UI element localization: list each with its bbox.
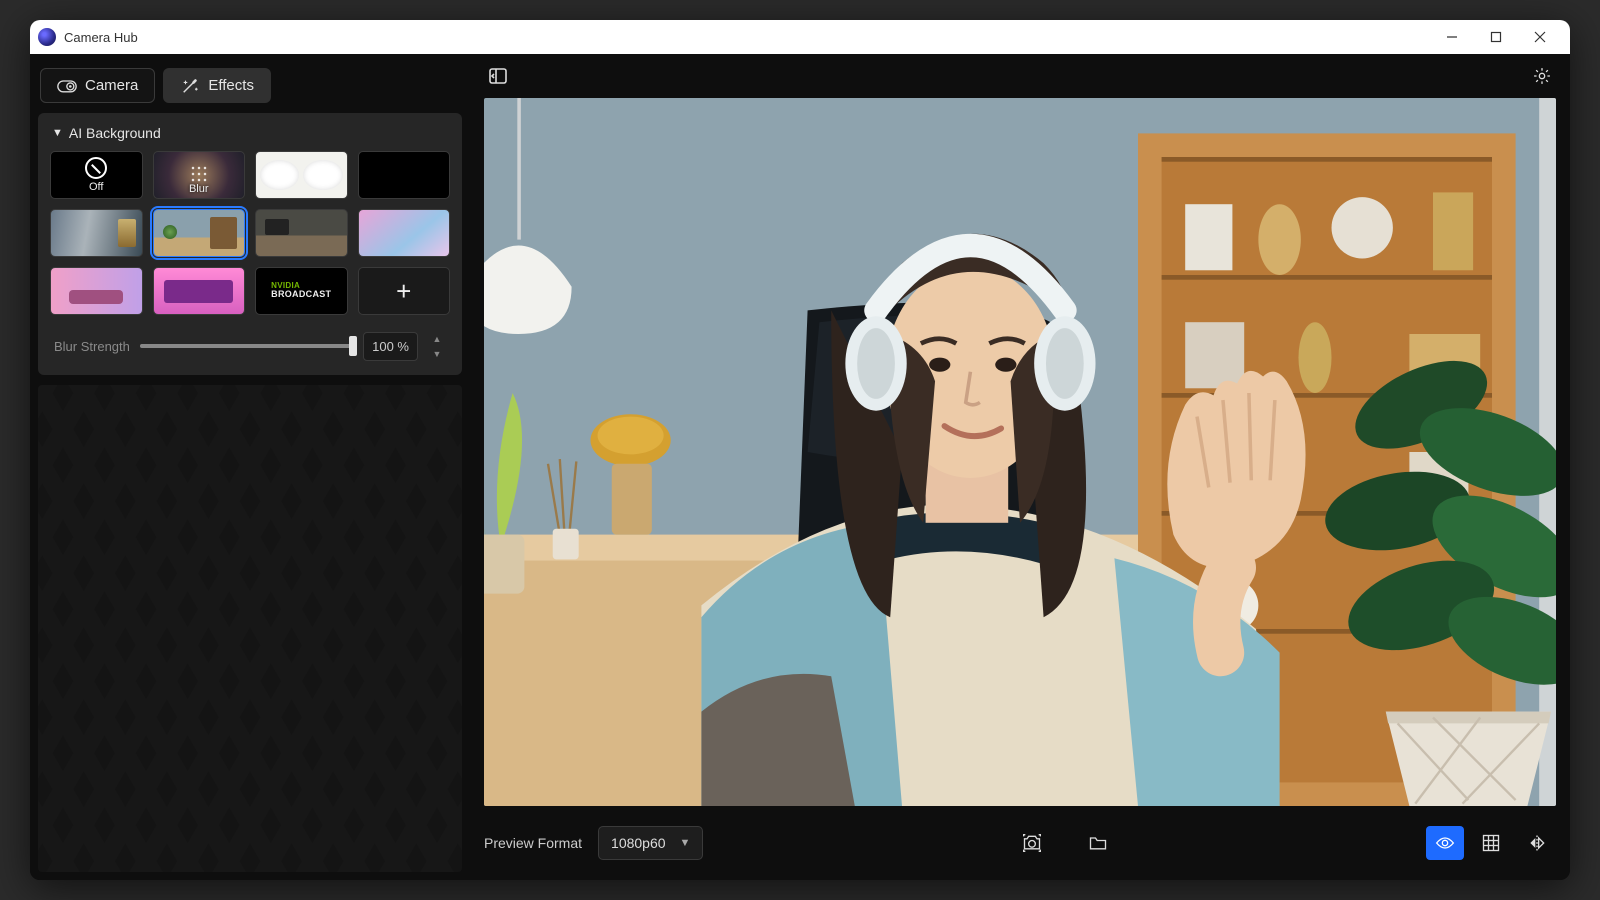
bg-tile-anime-blue[interactable] [358, 209, 451, 257]
app-title: Camera Hub [64, 30, 138, 45]
preview-format-dropdown[interactable]: 1080p60 ▼ [598, 826, 703, 860]
gear-icon [1532, 66, 1552, 86]
caret-down-icon: ▼ [52, 127, 63, 139]
mode-tabs: Camera Effects [38, 62, 462, 113]
camera-icon [57, 78, 77, 94]
tab-camera[interactable]: Camera [40, 68, 155, 103]
snapshot-button[interactable] [1013, 826, 1051, 860]
app-window: Camera Hub [30, 20, 1570, 880]
app-icon [38, 28, 56, 46]
blur-strength-value[interactable]: 100 % [363, 332, 418, 361]
sidebar-background-texture [38, 385, 462, 872]
collapse-sidebar-button[interactable] [484, 62, 512, 90]
tab-effects[interactable]: Effects [163, 68, 271, 103]
blur-icon [190, 165, 208, 183]
blur-strength-label: Blur Strength [54, 339, 130, 354]
window-close-button[interactable] [1518, 20, 1562, 54]
bg-tile-add[interactable]: + [358, 267, 451, 315]
magic-wand-icon [180, 78, 200, 94]
section-header[interactable]: ▼ AI Background [46, 123, 454, 151]
bg-tile-off[interactable]: Off [50, 151, 143, 199]
preview-format-value: 1080p60 [611, 835, 666, 851]
folder-icon [1088, 833, 1108, 853]
bg-tile-living-room[interactable] [153, 209, 246, 257]
chevron-down-icon: ▼ [680, 837, 691, 849]
window-maximize-button[interactable] [1474, 20, 1518, 54]
step-up-button[interactable]: ▲ [428, 331, 446, 346]
blur-strength-stepper: ▲ ▼ [428, 331, 446, 361]
ai-background-section: ▼ AI Background Off Blur [38, 113, 462, 375]
settings-button[interactable] [1528, 62, 1556, 90]
bg-tile-office[interactable] [50, 209, 143, 257]
bg-tile-nvidia-broadcast[interactable]: NVIDIA BROADCAST [255, 267, 348, 315]
camera-snapshot-icon [1022, 833, 1042, 853]
window-minimize-button[interactable] [1430, 20, 1474, 54]
camera-preview [484, 98, 1556, 806]
open-folder-button[interactable] [1079, 826, 1117, 860]
blur-strength-row: Blur Strength 100 % ▲ ▼ [46, 315, 454, 361]
mirror-toggle[interactable] [1518, 826, 1556, 860]
bg-tile-studio-white[interactable] [255, 151, 348, 199]
sidebar: Camera Effects ▼ AI Backgr [30, 54, 470, 880]
bg-tile-off-label: Off [89, 181, 103, 193]
section-title: AI Background [69, 125, 161, 141]
tab-effects-label: Effects [208, 77, 254, 94]
main-area: Preview Format 1080p60 ▼ [470, 54, 1570, 880]
bg-tile-blur[interactable]: Blur [153, 151, 246, 199]
bg-tile-black[interactable] [358, 151, 451, 199]
broadcast-label: BROADCAST [271, 289, 331, 299]
bg-tile-anime-bedroom[interactable] [50, 267, 143, 315]
bg-tile-blur-label: Blur [154, 183, 245, 195]
eye-icon [1435, 833, 1455, 853]
main-top-bar [470, 54, 1570, 98]
titlebar: Camera Hub [30, 20, 1570, 54]
off-icon [85, 157, 107, 179]
bg-tile-loft[interactable] [255, 209, 348, 257]
grid-icon [1481, 833, 1501, 853]
tab-camera-label: Camera [85, 77, 138, 94]
preview-visible-toggle[interactable] [1426, 826, 1464, 860]
preview-format-label: Preview Format [484, 835, 582, 851]
bottom-bar: Preview Format 1080p60 ▼ [470, 806, 1570, 880]
background-tile-grid: Off Blur NVIDI [46, 151, 454, 315]
blur-strength-slider[interactable] [140, 344, 353, 348]
step-down-button[interactable]: ▼ [428, 346, 446, 361]
plus-icon: + [396, 276, 411, 307]
bg-tile-anime-pink[interactable] [153, 267, 246, 315]
grid-overlay-toggle[interactable] [1472, 826, 1510, 860]
mirror-icon [1527, 833, 1547, 853]
